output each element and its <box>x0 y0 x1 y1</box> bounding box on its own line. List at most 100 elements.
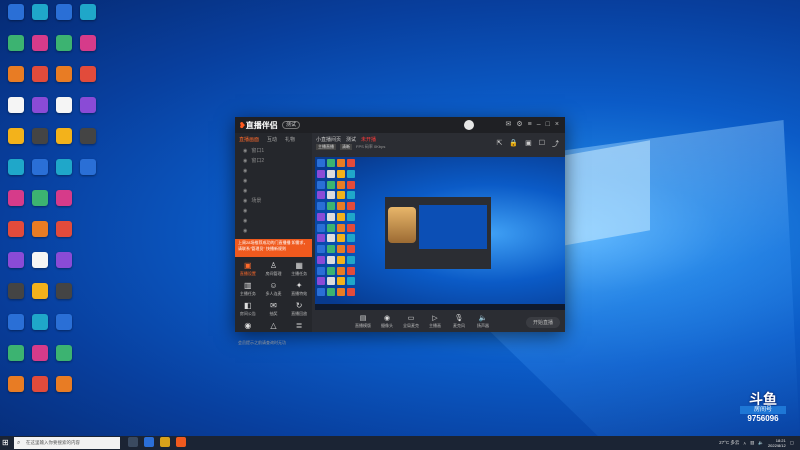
scene-row[interactable]: ◉ <box>235 186 312 196</box>
desktop-app-icon[interactable] <box>3 35 29 51</box>
chat-icon[interactable]: ☐ <box>539 139 545 149</box>
speaker-button[interactable]: 🔈 扬声器 <box>474 314 492 329</box>
scene-row[interactable]: ◉ <box>235 206 312 216</box>
desktop-app-icon[interactable] <box>27 159 53 175</box>
desktop-app-icon[interactable] <box>75 128 101 144</box>
tool-button[interactable]: ☺ 多人连麦 <box>261 281 287 297</box>
tool-button[interactable]: ▣ 直播设置 <box>235 261 261 277</box>
desktop-app-icon[interactable] <box>3 314 29 330</box>
tool-button[interactable]: ▥ 主播任务 <box>235 281 261 297</box>
volume-icon[interactable]: 🔈 <box>758 440 764 446</box>
explorer-icon[interactable] <box>160 437 170 447</box>
desktop-app-icon[interactable] <box>75 66 101 82</box>
eye-icon[interactable]: ◉ <box>243 158 247 164</box>
desktop-app-icon[interactable] <box>27 128 53 144</box>
desktop-app-icon[interactable] <box>27 66 53 82</box>
desktop-app-icon[interactable] <box>3 376 29 392</box>
tool-button[interactable]: ≣ <box>286 321 312 331</box>
desktop-app-icon[interactable] <box>51 252 77 268</box>
clock[interactable]: 18:21 2022/8/12 <box>768 438 786 448</box>
desktop-app-icon[interactable] <box>27 252 53 268</box>
desktop-app-icon[interactable] <box>51 283 77 299</box>
tool-button[interactable]: △ <box>261 321 287 331</box>
windows-start-icon[interactable]: ⊞ <box>2 439 10 447</box>
task-view-icon[interactable] <box>128 437 138 447</box>
desktop-app-icon[interactable] <box>51 314 77 330</box>
title-bar[interactable]: ❥直播伴侣 测试 ✉ ⚙ ≡ – □ × <box>235 117 565 133</box>
live-app-window[interactable]: ❥直播伴侣 测试 ✉ ⚙ ≡ – □ × 直播画面 互动 礼物 ◉ 窗口1 ◉ 窗口2… <box>235 117 565 345</box>
desktop-app-icon[interactable] <box>75 159 101 175</box>
scene-row[interactable]: ◉ <box>235 226 312 236</box>
desktop-app-icon[interactable] <box>51 66 77 82</box>
tool-button[interactable]: ✉ 抽奖 <box>261 301 287 317</box>
tool-button[interactable]: ▦ 主播任务 <box>286 261 312 277</box>
avatar[interactable] <box>464 120 474 130</box>
desktop-app-icon[interactable] <box>51 97 77 113</box>
close-icon[interactable]: × <box>555 121 559 129</box>
tool-button[interactable]: ✦ 直播特效 <box>286 281 312 297</box>
scene-row[interactable]: ◉ 窗口2 <box>235 156 312 166</box>
tool-button[interactable]: ◉ <box>235 321 261 331</box>
desktop-app-icon[interactable] <box>27 283 53 299</box>
notice-banner[interactable]: 上周28场推荐成功的门直播播 如需求，请联系"管理员" 快播新规则 <box>235 239 312 257</box>
global-mic-button[interactable]: ▭ 全局麦克 <box>402 314 420 329</box>
version-tag[interactable]: 测试 <box>282 121 301 129</box>
chevron-up-icon[interactable]: ˄ <box>743 441 746 446</box>
desktop-app-icon[interactable] <box>51 221 77 237</box>
weather[interactable]: 27°C 多云 <box>719 440 739 446</box>
quality-pill[interactable]: 清晰 <box>340 144 352 150</box>
template-button[interactable]: ▤ 直播模版 <box>354 314 372 329</box>
eye-icon[interactable]: ◉ <box>243 168 247 174</box>
desktop-app-icon[interactable] <box>27 345 53 361</box>
desktop-app-icon[interactable] <box>27 97 53 113</box>
desktop-app-icon[interactable] <box>27 314 53 330</box>
tab-live-view[interactable]: 直播画面 <box>239 136 259 143</box>
desktop-app-icon[interactable] <box>51 159 77 175</box>
eye-icon[interactable]: ◉ <box>243 228 247 234</box>
desktop-app-icon[interactable] <box>75 35 101 51</box>
live-app-task-icon[interactable] <box>176 437 186 447</box>
start-live-button[interactable]: 开始直播 <box>525 317 560 328</box>
expand-icon[interactable]: ⇱ <box>497 139 503 149</box>
gear-icon[interactable]: ⚙ <box>516 121 522 129</box>
edge-icon[interactable] <box>144 437 154 447</box>
desktop-app-icon[interactable] <box>51 35 77 51</box>
tool-button[interactable]: ↻ 直播回放 <box>286 301 312 317</box>
desktop-app-icon[interactable] <box>27 221 53 237</box>
desktop-app-icon[interactable] <box>75 4 101 20</box>
scene-row[interactable]: ◉ 窗口1 <box>235 146 312 156</box>
desktop-app-icon[interactable] <box>75 97 101 113</box>
mode-pill[interactable]: 主播直播 <box>316 144 336 150</box>
tab-gift[interactable]: 礼物 <box>285 136 295 143</box>
desktop-app-icon[interactable] <box>27 190 53 206</box>
desktop-app-icon[interactable] <box>3 4 29 20</box>
notification-icon[interactable]: ▢ <box>790 440 794 446</box>
maximize-icon[interactable]: □ <box>546 121 550 129</box>
desktop-app-icon[interactable] <box>3 97 29 113</box>
eye-icon[interactable]: ◉ <box>243 218 247 224</box>
desktop-app-icon[interactable] <box>3 221 29 237</box>
desktop-app-icon[interactable] <box>3 190 29 206</box>
desktop-app-icon[interactable] <box>51 128 77 144</box>
desktop-app-icon[interactable] <box>3 252 29 268</box>
eye-icon[interactable]: ◉ <box>243 188 247 194</box>
desktop-app-icon[interactable] <box>51 376 77 392</box>
tool-button[interactable]: ◧ 房间公告 <box>235 301 261 317</box>
network-icon[interactable]: ▥ <box>750 440 754 446</box>
desktop-app-icon[interactable] <box>3 283 29 299</box>
desktop-app-icon[interactable] <box>27 376 53 392</box>
eye-icon[interactable]: ◉ <box>243 148 247 154</box>
desktop-app-icon[interactable] <box>27 35 53 51</box>
desktop-app-icon[interactable] <box>51 190 77 206</box>
desktop-app-icon[interactable] <box>3 159 29 175</box>
tool-button[interactable]: ♙ 房间管理 <box>261 261 287 277</box>
camera-button[interactable]: ◉ 摄像头 <box>378 314 396 329</box>
desktop-app-icon[interactable] <box>51 4 77 20</box>
scene-row[interactable]: ◉ <box>235 216 312 226</box>
eye-icon[interactable]: ◉ <box>243 208 247 214</box>
lock-icon[interactable]: 🔒 <box>509 139 518 149</box>
desktop-app-icon[interactable] <box>3 66 29 82</box>
eye-icon[interactable]: ◉ <box>243 198 247 204</box>
image-icon[interactable]: ▣ <box>525 139 532 149</box>
scene-row[interactable]: ◉ <box>235 176 312 186</box>
